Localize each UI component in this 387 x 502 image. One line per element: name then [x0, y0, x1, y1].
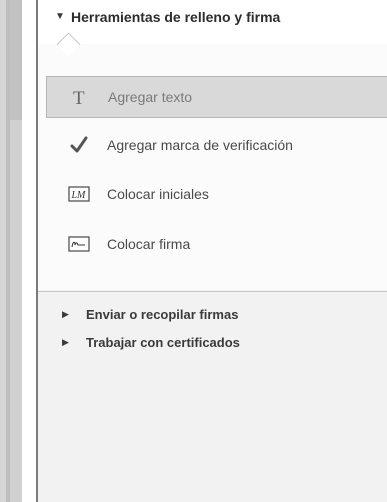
collapsed-triangle-icon: ▶	[62, 336, 69, 347]
tool-label: Colocar iniciales	[107, 186, 209, 202]
subsection-work-with-certificates[interactable]: ▶ Trabajar con certificados	[38, 330, 387, 354]
signature-icon	[68, 234, 90, 254]
tools-panel: ▼ Herramientas de relleno y firma T Agre…	[38, 0, 387, 502]
vertical-scrollbar[interactable]	[0, 0, 22, 502]
section-title: Herramientas de relleno y firma	[71, 9, 281, 25]
checkmark-icon	[68, 135, 90, 155]
tool-label: Colocar firma	[107, 236, 191, 252]
tool-place-signature[interactable]: Colocar firma	[46, 224, 387, 264]
section-divider	[38, 291, 387, 292]
collapsed-triangle-icon: ▶	[62, 308, 69, 319]
initials-icon: LM	[68, 184, 90, 204]
svg-text:LM: LM	[71, 190, 87, 201]
svg-text:T: T	[73, 88, 85, 107]
text-icon: T	[69, 87, 91, 107]
subsection-send-collect-signatures[interactable]: ▶ Enviar o recopilar firmas	[38, 302, 387, 326]
subsection-label: Trabajar con certificados	[86, 334, 240, 350]
tool-add-checkmark[interactable]: Agregar marca de verificación	[46, 125, 387, 165]
subsection-label: Enviar o recopilar firmas	[86, 306, 239, 322]
scrollbar-thumb[interactable]	[10, 0, 22, 120]
tool-list: T Agregar texto Agregar marca de verific…	[38, 44, 387, 290]
expand-triangle-icon: ▼	[55, 11, 65, 22]
tool-label: Agregar marca de verificación	[107, 137, 293, 153]
tool-place-initials[interactable]: LM Colocar iniciales	[46, 174, 387, 214]
tool-add-text[interactable]: T Agregar texto	[46, 76, 387, 118]
section-header-fill-and-sign[interactable]: ▼ Herramientas de relleno y firma	[38, 0, 387, 45]
tool-label: Agregar texto	[108, 89, 193, 105]
